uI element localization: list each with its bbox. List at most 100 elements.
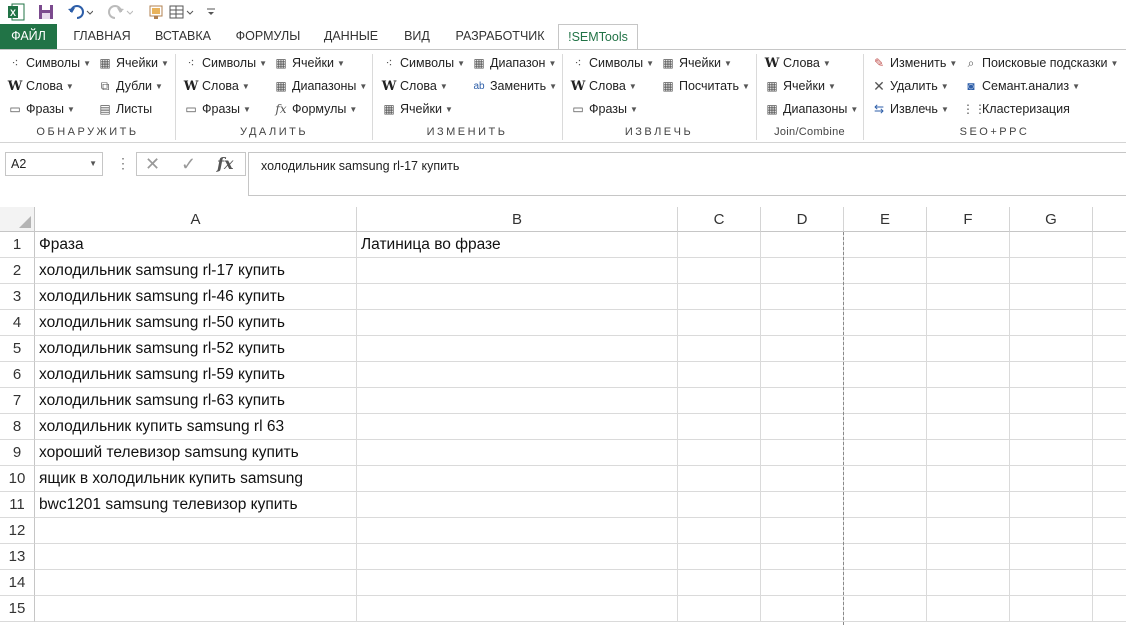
cell-c5[interactable] bbox=[678, 336, 761, 362]
cell-g3[interactable] bbox=[1010, 284, 1093, 310]
table-icon[interactable] bbox=[168, 2, 196, 22]
cell-e9[interactable] bbox=[844, 440, 927, 466]
cell-e5[interactable] bbox=[844, 336, 927, 362]
cell-a1[interactable]: Фраза bbox=[35, 232, 357, 258]
cell-d2[interactable] bbox=[761, 258, 844, 284]
cell-g11[interactable] bbox=[1010, 492, 1093, 518]
column-header-g[interactable]: G bbox=[1010, 207, 1093, 232]
cell-d7[interactable] bbox=[761, 388, 844, 414]
cell-a3[interactable]: холодильник samsung rl-46 купить bbox=[35, 284, 357, 310]
extract-symbols-button[interactable]: ⁖ Символы ▼ bbox=[569, 53, 654, 73]
cell-d12[interactable] bbox=[761, 518, 844, 544]
cell-b14[interactable] bbox=[357, 570, 678, 596]
remove-cells-button[interactable]: ▦ Ячейки ▼ bbox=[272, 53, 345, 73]
cell-f8[interactable] bbox=[927, 414, 1010, 440]
tab-view[interactable]: ВИД bbox=[396, 24, 438, 49]
search-hints-button[interactable]: ⌕ Поисковые подсказки ▼ bbox=[962, 53, 1119, 73]
row-header[interactable]: 11 bbox=[0, 492, 35, 518]
cell-a8[interactable]: холодильник купить samsung rl 63 bbox=[35, 414, 357, 440]
cell-f11[interactable] bbox=[927, 492, 1010, 518]
cell-h6[interactable] bbox=[1093, 362, 1126, 388]
detect-phrases-button[interactable]: ▭ Фразы ▼ bbox=[6, 99, 75, 119]
cell-g6[interactable] bbox=[1010, 362, 1093, 388]
cell-d14[interactable] bbox=[761, 570, 844, 596]
cell-a6[interactable]: холодильник samsung rl-59 купить bbox=[35, 362, 357, 388]
column-header-f[interactable]: F bbox=[927, 207, 1010, 232]
cell-e10[interactable] bbox=[844, 466, 927, 492]
cell-h1[interactable] bbox=[1093, 232, 1126, 258]
cell-c4[interactable] bbox=[678, 310, 761, 336]
tab-insert[interactable]: ВСТАВКА bbox=[146, 24, 220, 49]
cell-h13[interactable] bbox=[1093, 544, 1126, 570]
cell-a14[interactable] bbox=[35, 570, 357, 596]
cell-g10[interactable] bbox=[1010, 466, 1093, 492]
cell-a15[interactable] bbox=[35, 596, 357, 622]
cell-a11[interactable]: bwc1201 samsung телевизор купить bbox=[35, 492, 357, 518]
detect-cells-button[interactable]: ▦ Ячейки ▼ bbox=[96, 53, 169, 73]
detect-sheets-button[interactable]: ▤ Листы bbox=[96, 99, 152, 119]
undo-icon[interactable] bbox=[66, 2, 94, 22]
row-header[interactable]: 6 bbox=[0, 362, 35, 388]
cell-b7[interactable] bbox=[357, 388, 678, 414]
row-header[interactable]: 12 bbox=[0, 518, 35, 544]
cell-g5[interactable] bbox=[1010, 336, 1093, 362]
select-all-corner[interactable] bbox=[0, 207, 35, 232]
detect-symbols-button[interactable]: ⁖ Символы ▼ bbox=[6, 53, 91, 73]
cell-c11[interactable] bbox=[678, 492, 761, 518]
cell-c1[interactable] bbox=[678, 232, 761, 258]
cell-g2[interactable] bbox=[1010, 258, 1093, 284]
cell-b5[interactable] bbox=[357, 336, 678, 362]
cell-f15[interactable] bbox=[927, 596, 1010, 622]
cell-a12[interactable] bbox=[35, 518, 357, 544]
tab-data[interactable]: ДАННЫЕ bbox=[316, 24, 386, 49]
join-cells-button[interactable]: ▦ Ячейки ▼ bbox=[763, 76, 836, 96]
cell-f7[interactable] bbox=[927, 388, 1010, 414]
detect-words-button[interactable]: W Слова ▼ bbox=[6, 76, 74, 96]
row-header[interactable]: 7 bbox=[0, 388, 35, 414]
remove-words-button[interactable]: W Слова ▼ bbox=[182, 76, 250, 96]
cell-b15[interactable] bbox=[357, 596, 678, 622]
cell-g14[interactable] bbox=[1010, 570, 1093, 596]
join-words-button[interactable]: W Слова ▼ bbox=[763, 53, 831, 73]
customize-qat-icon[interactable] bbox=[204, 2, 218, 22]
cell-e3[interactable] bbox=[844, 284, 927, 310]
cell-d15[interactable] bbox=[761, 596, 844, 622]
cell-f2[interactable] bbox=[927, 258, 1010, 284]
cell-a7[interactable]: холодильник samsung rl-63 купить bbox=[35, 388, 357, 414]
paint-icon[interactable] bbox=[146, 2, 166, 22]
cell-d3[interactable] bbox=[761, 284, 844, 310]
modify-range-button[interactable]: ▦ Диапазон ▼ bbox=[470, 53, 556, 73]
cell-e11[interactable] bbox=[844, 492, 927, 518]
cell-a4[interactable]: холодильник samsung rl-50 купить bbox=[35, 310, 357, 336]
cell-h4[interactable] bbox=[1093, 310, 1126, 336]
row-header[interactable]: 4 bbox=[0, 310, 35, 336]
extract-words-button[interactable]: W Слова ▼ bbox=[569, 76, 637, 96]
column-header-a[interactable]: A bbox=[35, 207, 357, 232]
count-button[interactable]: ▦ Посчитать ▼ bbox=[659, 76, 750, 96]
clustering-button[interactable]: ⋮⋮ Кластеризация bbox=[962, 99, 1070, 119]
cell-f4[interactable] bbox=[927, 310, 1010, 336]
tab-semtools[interactable]: !SEMTools bbox=[558, 24, 638, 50]
cell-g7[interactable] bbox=[1010, 388, 1093, 414]
seo-extract-button[interactable]: ⇆ Извлечь ▼ bbox=[870, 99, 949, 119]
seo-modify-button[interactable]: ✎ Изменить ▼ bbox=[870, 53, 957, 73]
cell-e12[interactable] bbox=[844, 518, 927, 544]
cell-c12[interactable] bbox=[678, 518, 761, 544]
cell-g4[interactable] bbox=[1010, 310, 1093, 336]
row-header[interactable]: 15 bbox=[0, 596, 35, 622]
cell-h8[interactable] bbox=[1093, 414, 1126, 440]
cell-f3[interactable] bbox=[927, 284, 1010, 310]
detect-duplicates-button[interactable]: ⧉ Дубли ▼ bbox=[96, 76, 163, 96]
cell-c14[interactable] bbox=[678, 570, 761, 596]
cell-b3[interactable] bbox=[357, 284, 678, 310]
cell-d9[interactable] bbox=[761, 440, 844, 466]
cell-c7[interactable] bbox=[678, 388, 761, 414]
row-header[interactable]: 14 bbox=[0, 570, 35, 596]
cell-d11[interactable] bbox=[761, 492, 844, 518]
cell-f5[interactable] bbox=[927, 336, 1010, 362]
cell-d13[interactable] bbox=[761, 544, 844, 570]
cell-f6[interactable] bbox=[927, 362, 1010, 388]
cell-f14[interactable] bbox=[927, 570, 1010, 596]
cell-d10[interactable] bbox=[761, 466, 844, 492]
row-header[interactable]: 13 bbox=[0, 544, 35, 570]
